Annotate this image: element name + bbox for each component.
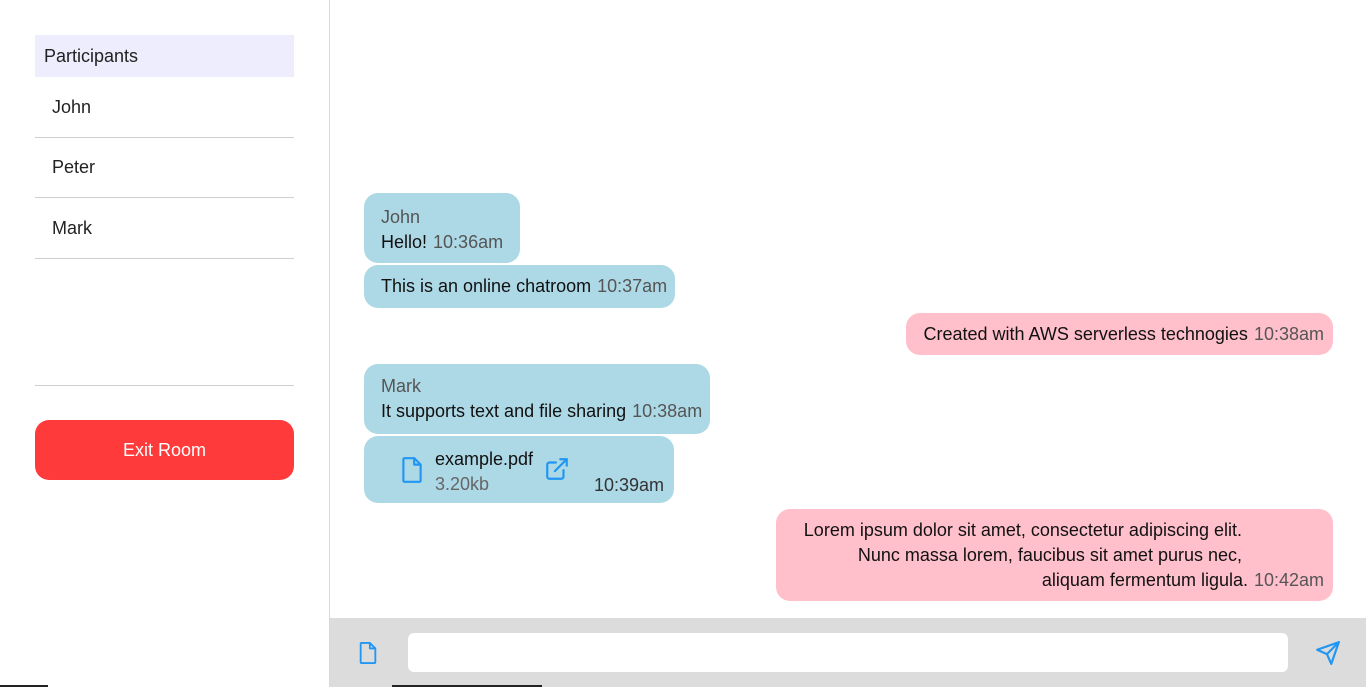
file-icon: [399, 456, 425, 484]
message-text: This is an online chatroom: [381, 276, 592, 296]
message-text: Created with AWS serverless technogies: [923, 324, 1248, 344]
external-link-icon[interactable]: [544, 456, 570, 482]
file-icon: [357, 640, 379, 666]
message-bubble: Lorem ipsum dolor sit amet, consectetur …: [776, 509, 1333, 601]
participant-peter[interactable]: Peter: [35, 137, 294, 198]
message-sender: Mark: [381, 376, 421, 396]
message-composer: [330, 618, 1366, 687]
attach-file-button[interactable]: [352, 637, 384, 669]
sidebar-divider: [35, 385, 294, 386]
message-text-line: Nunc massa lorem, faucibus sit amet puru…: [857, 545, 1242, 565]
message-bubble: This is an online chatroom 10:37am: [364, 265, 676, 308]
participant-mark[interactable]: Mark: [35, 198, 294, 259]
message-bubble: Created with AWS serverless technogies 10…: [906, 313, 1333, 355]
message-text: It supports text and file sharing: [381, 401, 627, 421]
message-time: 10:39am: [593, 475, 664, 495]
message-text-line: Lorem ipsum dolor sit amet, consectetur …: [803, 520, 1242, 540]
send-icon: [1315, 640, 1341, 666]
message-time: 10:37am: [597, 276, 668, 296]
message-bubble: John Hello! 10:36am: [364, 193, 521, 263]
message-sender: John: [381, 207, 421, 227]
file-name: example.pdf: [435, 449, 534, 469]
participant-john[interactable]: John: [35, 77, 294, 138]
message-bubble: Mark It supports text and file sharing 10…: [364, 364, 711, 434]
participants-sidebar: Participants John Peter Mark Exit Room: [0, 0, 330, 687]
exit-room-button[interactable]: Exit Room: [35, 420, 294, 480]
chat-area: John Hello! 10:36am This is an online cha…: [330, 0, 1366, 687]
file-message-bubble: example.pdf 3.20kb 10:39am: [364, 436, 674, 503]
message-text: Hello!: [381, 232, 428, 252]
send-button[interactable]: [1312, 637, 1344, 669]
message-text-line: aliquam fermentum ligula.: [1041, 570, 1248, 590]
message-time: 10:42am: [1253, 570, 1324, 590]
file-size: 3.20kb: [435, 474, 490, 494]
participants-header: Participants: [35, 35, 294, 77]
message-time: 10:38am: [632, 401, 703, 421]
message-time: 10:36am: [433, 232, 504, 252]
message-time: 10:38am: [1253, 324, 1324, 344]
message-input[interactable]: [408, 633, 1288, 672]
